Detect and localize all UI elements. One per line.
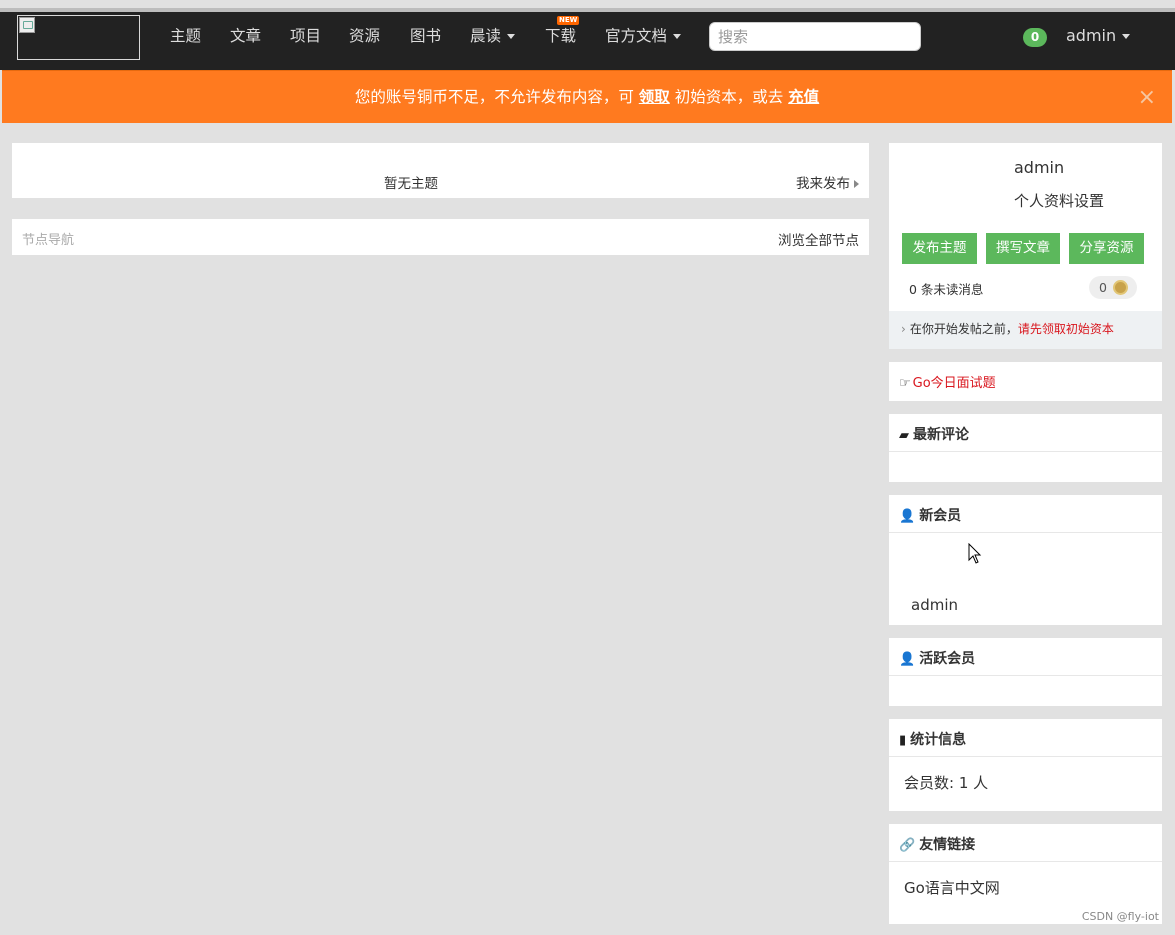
go-daily-label: Go今日面试题 (912, 376, 996, 391)
user-menu[interactable]: admin (1066, 24, 1131, 48)
nav-label: 项目 (290, 27, 322, 45)
coin-balance[interactable]: 0 (1089, 276, 1137, 299)
unread-messages-link[interactable]: 0 条未读消息 (909, 279, 983, 298)
panel-title: 新会员 (919, 508, 962, 524)
nav-label: 晨读 (470, 27, 502, 45)
new-topic-button[interactable]: 发布主题 (902, 233, 977, 264)
stats-panel: ▮ 统计信息 会员数: 1 人 (889, 719, 1162, 811)
watermark: CSDN @fly-iot (1081, 910, 1159, 923)
active-members-panel: 👤 活跃会员 (889, 638, 1162, 706)
user-icon: 👤 (899, 652, 916, 667)
latest-comments-panel: ▰ 最新评论 (889, 414, 1162, 482)
friend-link[interactable]: Go语言中文网 (904, 877, 1000, 898)
new-members-panel: 👤 新会员 admin (889, 495, 1162, 625)
nav-label: 主题 (170, 27, 202, 45)
coin-count: 0 (1099, 280, 1107, 295)
comment-icon: ▰ (899, 428, 909, 443)
coin-alert: 您的账号铜币不足，不允许发布内容，可 领取 初始资本，或去 充值 × (2, 70, 1172, 123)
hand-point-right-icon: ☞ (899, 376, 911, 391)
panel-title: 统计信息 (910, 732, 967, 748)
nav-item-books[interactable]: 图书 (410, 24, 441, 48)
caret-down-icon (673, 34, 682, 39)
write-article-button[interactable]: 撰写文章 (986, 233, 1060, 264)
nav-item-resources[interactable]: 资源 (349, 24, 380, 48)
chevron-right-icon: › (901, 322, 906, 336)
profile-panel: admin 个人资料设置 发布主题 撰写文章 分享资源 0 条未读消息 0 › 在… (889, 143, 1162, 349)
member-count: 会员数: 1 人 (904, 774, 989, 792)
panel-header: ▰ 最新评论 (889, 414, 1162, 452)
notification-badge[interactable]: 0 (1023, 28, 1047, 47)
claim-link[interactable]: 领取 (639, 88, 670, 106)
navbar: 主题 文章 项目 资源 图书 晨读 NEW 下载 官方文档 0 admin (0, 8, 1175, 70)
panel-header: 👤 新会员 (889, 495, 1162, 533)
publish-topic-link[interactable]: 我来发布 (796, 172, 859, 192)
alert-text: 初始资本，或去 (674, 88, 784, 106)
bar-chart-icon: ▮ (899, 733, 907, 748)
mouse-cursor-icon (968, 543, 982, 564)
recharge-link[interactable]: 充值 (788, 88, 819, 106)
empty-topics-text: 暂无主题 (384, 176, 438, 192)
nav-item-articles[interactable]: 文章 (230, 24, 261, 48)
panel-title: 最新评论 (913, 427, 969, 443)
nav-item-morning-read[interactable]: 晨读 (470, 24, 516, 48)
publish-label: 我来发布 (796, 176, 850, 192)
share-resource-button[interactable]: 分享资源 (1069, 233, 1144, 264)
broken-image-icon (19, 17, 35, 33)
start-tip: › 在你开始发帖之前，请先领取初始资本 (889, 311, 1162, 349)
nodes-panel: 节点导航 浏览全部节点 (12, 219, 869, 255)
site-logo[interactable] (17, 15, 140, 60)
nav-label: 官方文档 (605, 27, 668, 45)
search-input[interactable] (709, 22, 921, 51)
nav-item-topics[interactable]: 主题 (170, 24, 201, 48)
nav-label: 下载 (545, 27, 577, 45)
go-daily-panel: ☞ Go今日面试题 (889, 362, 1162, 401)
nav-item-projects[interactable]: 项目 (290, 24, 321, 48)
user-menu-label: admin (1066, 26, 1117, 45)
close-icon[interactable]: × (1138, 71, 1156, 124)
coin-icon (1113, 280, 1128, 295)
link-icon: 🔗 (899, 838, 916, 853)
claim-capital-link[interactable]: 请先领取初始资本 (1018, 322, 1114, 336)
panel-header: 🔗 友情链接 (889, 824, 1162, 862)
user-icon: 👤 (899, 509, 916, 524)
panel-title: 友情链接 (919, 837, 976, 853)
go-daily-link[interactable]: ☞ Go今日面试题 (899, 372, 996, 391)
panel-header: ▮ 统计信息 (889, 719, 1162, 757)
profile-username[interactable]: admin (1014, 158, 1064, 177)
profile-settings-link[interactable]: 个人资料设置 (1014, 190, 1104, 211)
alert-text: 您的账号铜币不足，不允许发布内容，可 (354, 88, 634, 106)
nav-item-official-docs[interactable]: 官方文档 (605, 24, 682, 48)
member-link[interactable]: admin (911, 596, 958, 614)
caret-right-icon (854, 180, 859, 188)
browse-all-nodes-link[interactable]: 浏览全部节点 (778, 229, 859, 249)
nodes-title: 节点导航 (22, 233, 75, 248)
nav-item-download[interactable]: 下载 (545, 24, 576, 48)
topics-panel: 暂无主题 我来发布 (12, 143, 869, 198)
panel-header: 👤 活跃会员 (889, 638, 1162, 676)
caret-down-icon (1122, 34, 1131, 39)
tip-text: 在你开始发帖之前， (909, 322, 1018, 336)
nav-label: 图书 (410, 27, 442, 45)
panel-title: 活跃会员 (919, 651, 976, 667)
nav-label: 文章 (230, 27, 262, 45)
top-strip (0, 0, 1175, 8)
caret-down-icon (507, 34, 516, 39)
nav-label: 资源 (349, 27, 381, 45)
friend-links-panel: 🔗 友情链接 Go语言中文网 (889, 824, 1162, 924)
